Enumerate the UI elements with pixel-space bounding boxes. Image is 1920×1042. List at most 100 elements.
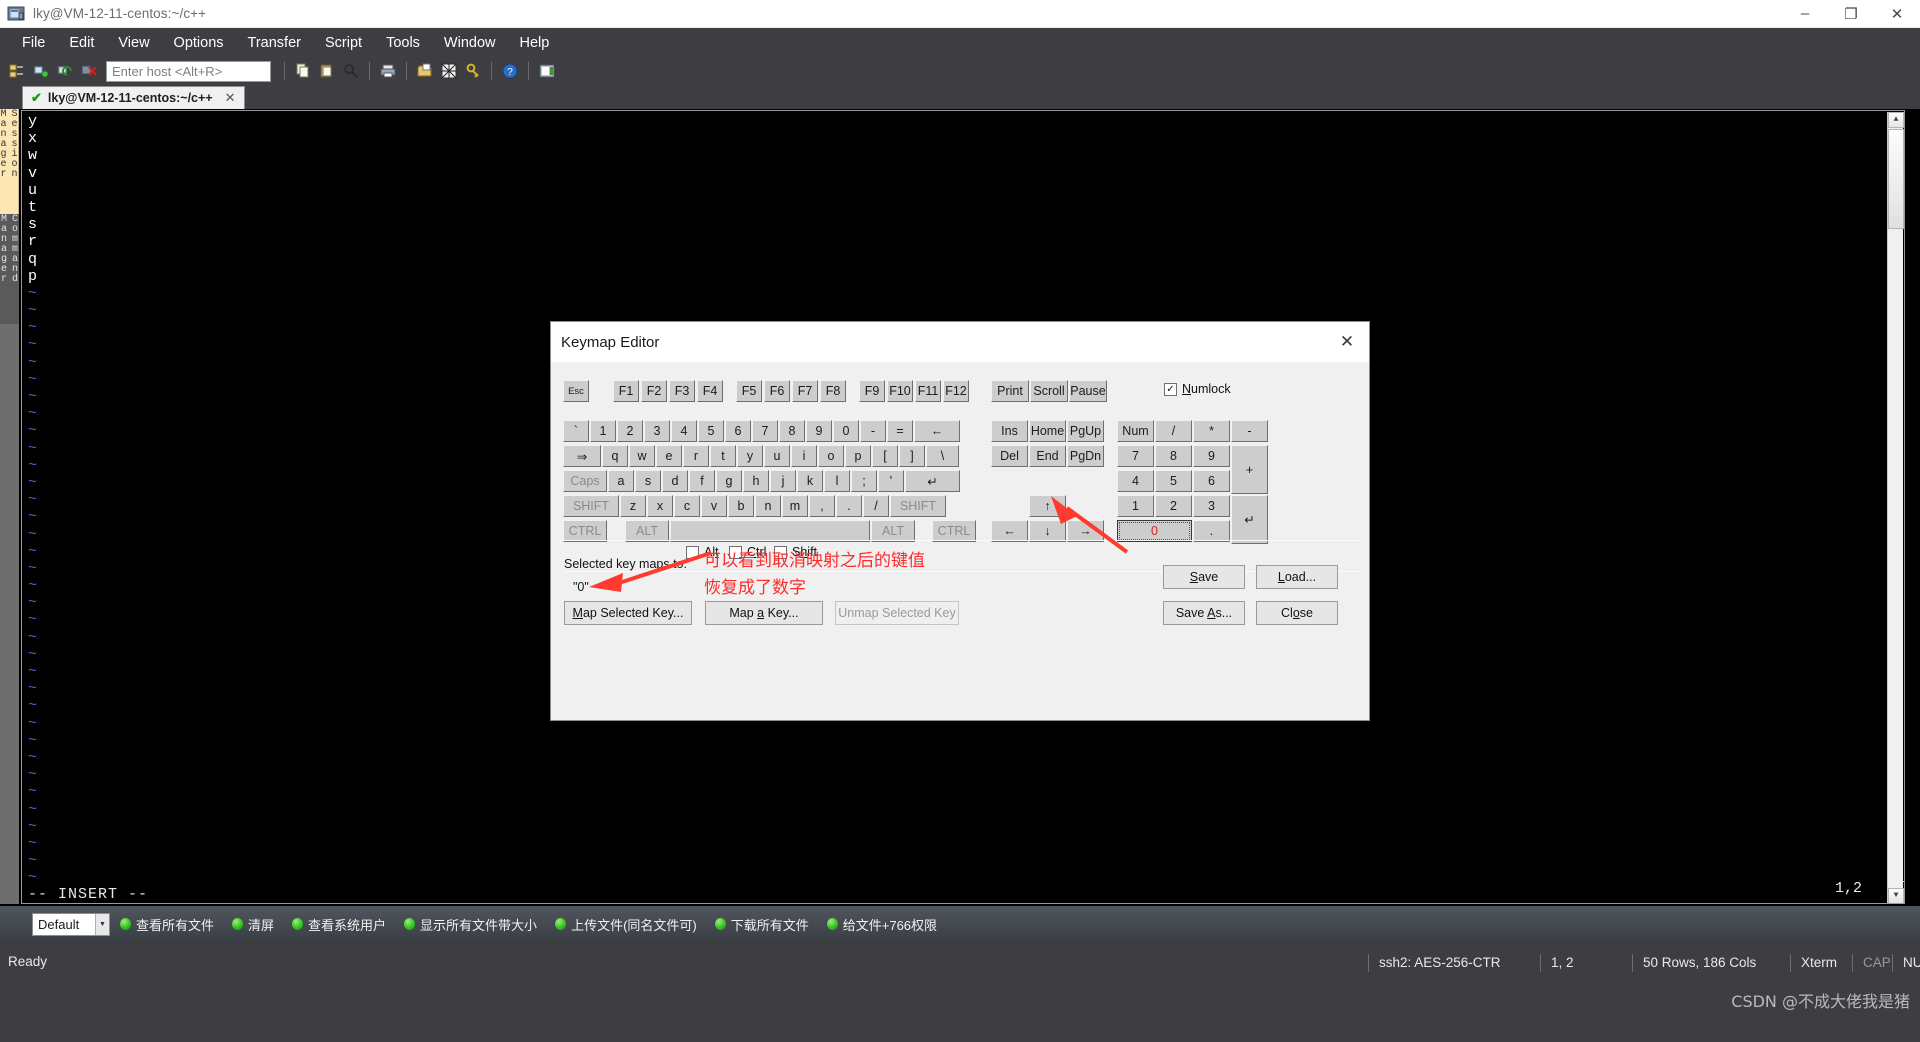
key-shift-right[interactable]: SHIFT (890, 495, 946, 517)
bookmark-item[interactable]: 清屏 (232, 915, 274, 934)
numlock-checkbox-row[interactable]: ✓ Numlock (1164, 382, 1231, 396)
key-numpad-4[interactable]: 4 (1117, 470, 1154, 492)
key-f12[interactable]: F12 (943, 380, 969, 402)
dialog-close-button[interactable]: Close (1256, 601, 1338, 625)
key-2[interactable]: 2 (617, 420, 643, 442)
menu-edit[interactable]: Edit (57, 31, 106, 55)
key-arrow-left[interactable]: ← (991, 520, 1028, 542)
key-m[interactable]: m (782, 495, 808, 517)
key-f4[interactable]: F4 (697, 380, 723, 402)
bookmark-item[interactable]: 显示所有文件带大小 (404, 915, 537, 934)
sidepanel-tab-command-manager[interactable]: Command Manager (0, 214, 21, 324)
scroll-down-arrow-icon[interactable]: ▼ (1888, 888, 1904, 903)
key-ctrl-right[interactable]: CTRL (932, 520, 976, 542)
key-z[interactable]: z (620, 495, 646, 517)
key-pgup[interactable]: PgUp (1067, 420, 1104, 442)
host-input[interactable]: Enter host <Alt+R> (106, 60, 271, 82)
key-s[interactable]: s (635, 470, 661, 492)
key-u[interactable]: u (764, 445, 790, 467)
key-numpad-1[interactable]: 1 (1117, 495, 1154, 517)
key-pause[interactable]: Pause (1069, 380, 1107, 402)
tab-session-0[interactable]: ✔ lky@VM-12-11-centos:~/c++ ✕ (22, 86, 245, 109)
key-i[interactable]: i (791, 445, 817, 467)
key-arrow-up[interactable]: ↑ (1029, 495, 1066, 517)
menu-view[interactable]: View (106, 31, 161, 55)
key-x[interactable]: x (647, 495, 673, 517)
key-f10[interactable]: F10 (887, 380, 913, 402)
key-enter[interactable]: ↵ (905, 470, 960, 492)
paste-icon[interactable] (316, 60, 338, 82)
key-end[interactable]: End (1029, 445, 1066, 467)
key-pgdn[interactable]: PgDn (1067, 445, 1104, 467)
key-o[interactable]: o (818, 445, 844, 467)
key-numpad-3[interactable]: 3 (1193, 495, 1230, 517)
key-ins[interactable]: Ins (991, 420, 1028, 442)
key-;[interactable]: ; (851, 470, 877, 492)
map-a-key-button[interactable]: Map a Key... (705, 601, 823, 625)
key-'[interactable]: ' (878, 470, 904, 492)
key-t[interactable]: t (710, 445, 736, 467)
close-button[interactable]: ✕ (1874, 0, 1920, 28)
connect-icon[interactable] (30, 60, 52, 82)
save-as-button[interactable]: Save As... (1163, 601, 1245, 625)
reconnect-icon[interactable] (54, 60, 76, 82)
key-f8[interactable]: F8 (820, 380, 846, 402)
key-numpad-2[interactable]: 2 (1155, 495, 1192, 517)
key-[[interactable]: [ (872, 445, 898, 467)
key-numpad-7[interactable]: 7 (1117, 445, 1154, 467)
key-,[interactable]: , (809, 495, 835, 517)
session-manager-icon[interactable] (6, 60, 28, 82)
scroll-up-arrow-icon[interactable]: ▲ (1888, 112, 1904, 128)
key-4[interactable]: 4 (671, 420, 697, 442)
menu-window[interactable]: Window (432, 31, 508, 55)
map-selected-key-button[interactable]: Map Selected Key... (564, 601, 692, 625)
menu-file[interactable]: File (10, 31, 57, 55)
key-f9[interactable]: F9 (859, 380, 885, 402)
menu-transfer[interactable]: Transfer (236, 31, 313, 55)
key-backslash[interactable]: \ (926, 445, 959, 467)
key-minus[interactable]: - (860, 420, 886, 442)
key-esc[interactable]: Esc (563, 380, 589, 402)
key-v[interactable]: v (701, 495, 727, 517)
key-alt-right[interactable]: ALT (871, 520, 915, 542)
key-numpad-9[interactable]: 9 (1193, 445, 1230, 467)
key-5[interactable]: 5 (698, 420, 724, 442)
menu-help[interactable]: Help (508, 31, 562, 55)
maximize-button[interactable]: ❐ (1828, 0, 1874, 28)
key-ctrl-left[interactable]: CTRL (563, 520, 607, 542)
key-k[interactable]: k (797, 470, 823, 492)
key-numpad-0[interactable]: 0 (1117, 520, 1192, 542)
alt-checkbox[interactable] (686, 545, 699, 559)
key-arrow-down[interactable]: ↓ (1029, 520, 1066, 542)
key-numpad-plus[interactable]: + (1231, 445, 1268, 494)
chevron-down-icon[interactable]: ▼ (95, 913, 109, 935)
key-del[interactable]: Del (991, 445, 1028, 467)
key-3[interactable]: 3 (644, 420, 670, 442)
key-7[interactable]: 7 (752, 420, 778, 442)
disconnect-icon[interactable] (78, 60, 100, 82)
key-1[interactable]: 1 (590, 420, 616, 442)
key-numpad-minus[interactable]: - (1231, 420, 1268, 442)
key-numpad-8[interactable]: 8 (1155, 445, 1192, 467)
save-button[interactable]: Save (1163, 565, 1245, 589)
menu-options[interactable]: Options (162, 31, 236, 55)
key-backspace[interactable]: ← (914, 420, 960, 442)
scrollbar-thumb[interactable] (1888, 129, 1904, 229)
key-f3[interactable]: F3 (669, 380, 695, 402)
key-f2[interactable]: F2 (641, 380, 667, 402)
bookmark-item[interactable]: 给文件+766权限 (826, 915, 937, 934)
transfer-icon[interactable] (438, 60, 460, 82)
key-numpad-decimal[interactable]: . (1193, 520, 1230, 542)
key-c[interactable]: c (674, 495, 700, 517)
key-numpad-divide[interactable]: / (1155, 420, 1192, 442)
key-capslock[interactable]: Caps (563, 470, 607, 492)
key-6[interactable]: 6 (725, 420, 751, 442)
key-][interactable]: ] (899, 445, 925, 467)
key-f1[interactable]: F1 (613, 380, 639, 402)
key-y[interactable]: y (737, 445, 763, 467)
print-icon[interactable] (377, 60, 399, 82)
find-icon[interactable] (340, 60, 362, 82)
key-p[interactable]: p (845, 445, 871, 467)
key-backtick[interactable]: ` (563, 420, 589, 442)
key-print[interactable]: Print (991, 380, 1029, 402)
